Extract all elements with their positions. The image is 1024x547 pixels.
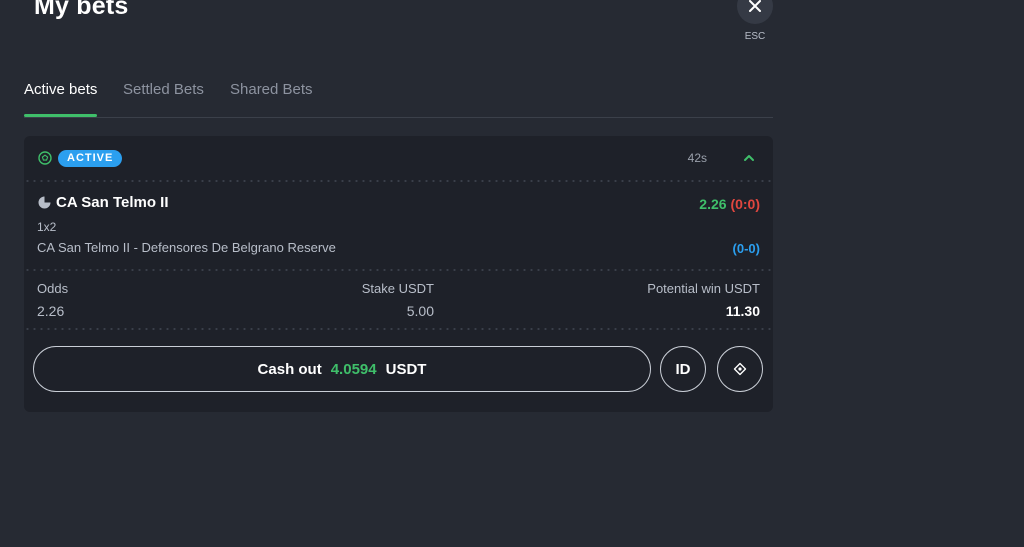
tab-settled-bets[interactable]: Settled Bets	[123, 79, 204, 116]
cash-out-amount: 4.0594	[330, 360, 377, 378]
share-bet-button[interactable]	[717, 346, 763, 392]
potential-win-value: 11.30	[725, 303, 760, 319]
esc-label: ESC	[744, 31, 766, 42]
status-badge: ACTIVE	[58, 150, 123, 167]
football-icon	[38, 151, 52, 165]
event-name: CA San Telmo II - Defensores De Belgrano…	[37, 240, 336, 255]
share-icon	[733, 362, 747, 376]
cash-out-currency: USDT	[385, 360, 427, 378]
stake-value: 5.00	[406, 303, 434, 319]
selection-odds: 2.26	[699, 196, 727, 212]
tab-shared-bets[interactable]: Shared Bets	[230, 79, 313, 116]
selection-odds-score: 2.26 (0:0)	[699, 196, 760, 212]
bet-stats: Odds 2.26 Stake USDT 5.00 Potential win …	[24, 271, 773, 328]
bet-card: ACTIVE 42s CA San Telmo II 2.26 (0:0) 1x…	[24, 136, 773, 412]
stake-label: Stake USDT	[361, 281, 434, 296]
selection-team: CA San Telmo II	[56, 194, 169, 211]
tab-label: Active bets	[24, 81, 98, 98]
bet-card-header: ACTIVE 42s	[24, 136, 773, 180]
active-tab-indicator	[24, 114, 98, 117]
cash-out-label: Cash out	[257, 360, 322, 378]
live-score: (0-0)	[732, 241, 760, 256]
selection-score: (0:0)	[730, 196, 760, 212]
bet-actions: Cash out 4.0594 USDT ID	[24, 330, 773, 412]
team-icon	[38, 196, 51, 209]
chevron-up-icon[interactable]	[742, 151, 756, 165]
tab-label: Shared Bets	[230, 81, 313, 98]
tab-active-bets[interactable]: Active bets	[24, 79, 98, 117]
close-icon	[749, 0, 761, 12]
bet-id-label: ID	[675, 360, 691, 378]
cash-out-button[interactable]: Cash out 4.0594 USDT	[33, 346, 651, 392]
bet-selection: CA San Telmo II 2.26 (0:0) 1x2 CA San Te…	[24, 182, 773, 269]
bet-id-button[interactable]: ID	[660, 346, 706, 392]
odds-label: Odds	[37, 281, 69, 296]
bet-timer: 42s	[687, 151, 707, 165]
tab-label: Settled Bets	[123, 81, 204, 98]
close-button[interactable]	[737, 0, 773, 24]
odds-value: 2.26	[37, 303, 65, 319]
page-title: My bets	[34, 0, 129, 20]
potential-win-label: Potential win USDT	[647, 281, 760, 296]
bets-tabs: Active bets Settled Bets Shared Bets	[24, 79, 773, 118]
market-type: 1x2	[37, 220, 57, 234]
